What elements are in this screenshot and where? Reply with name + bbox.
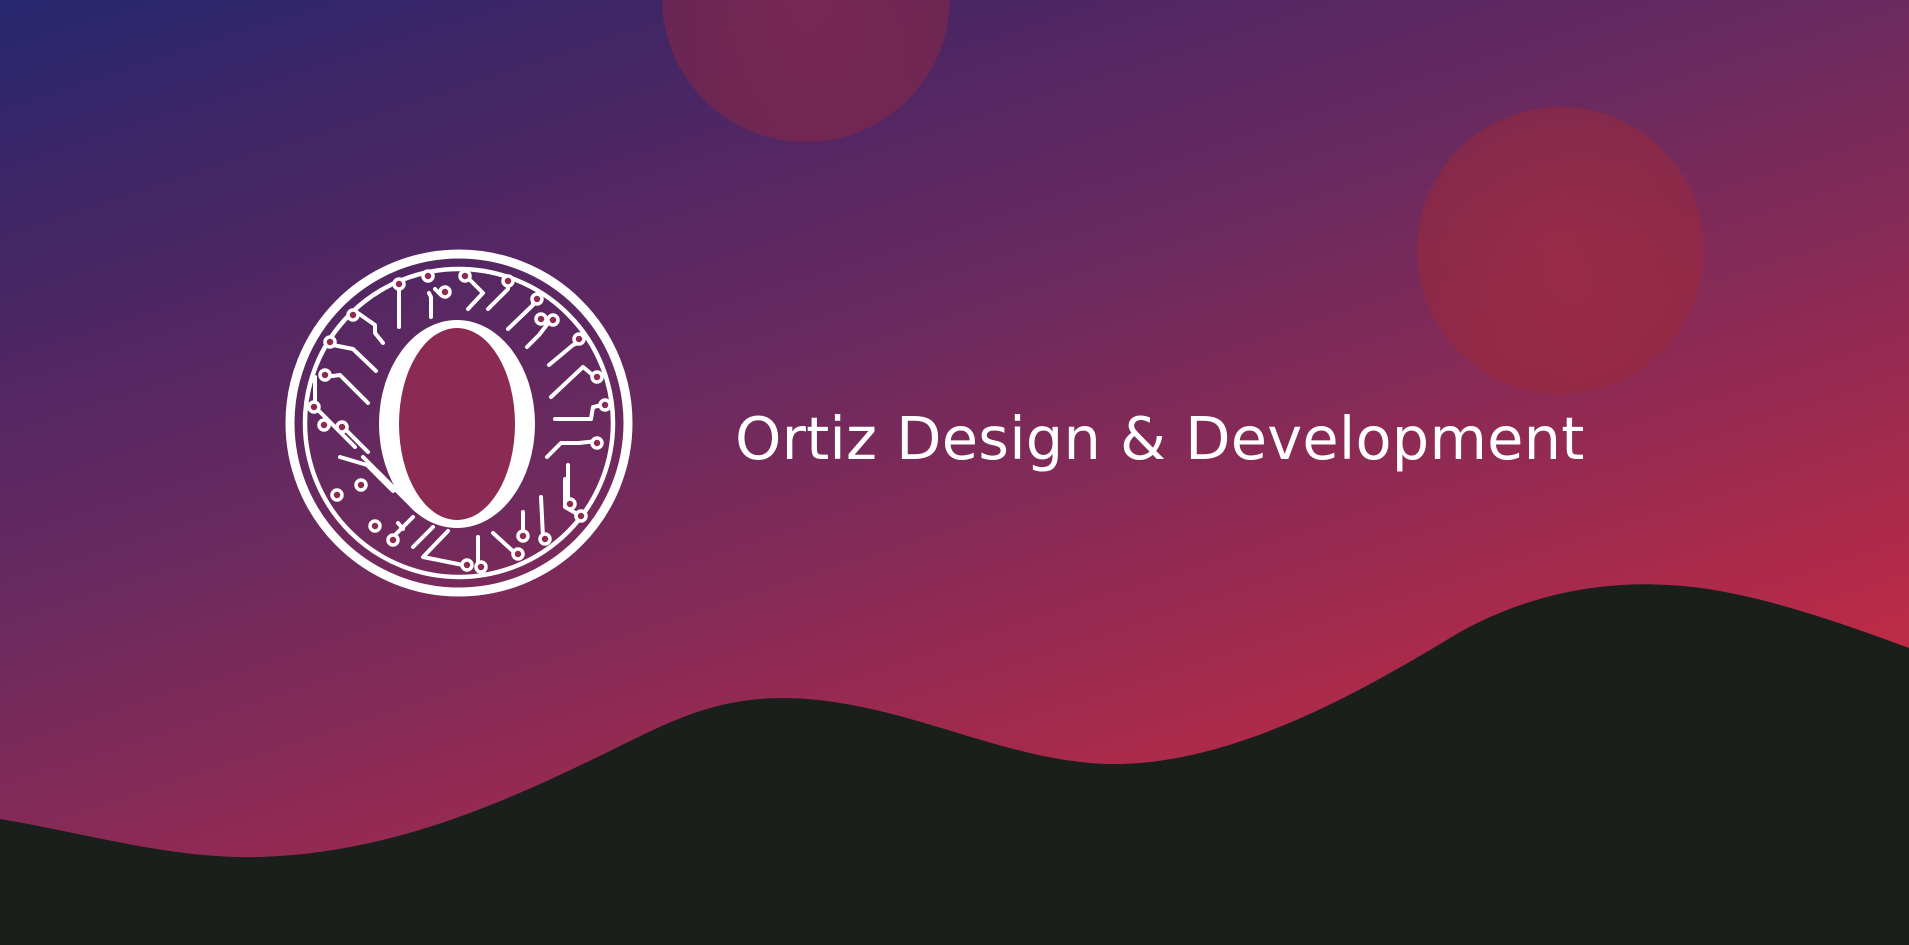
logo-monogram-letter: O bbox=[457, 558, 458, 560]
brand-name: Ortiz Design & Development bbox=[735, 404, 1585, 473]
circuit-monogram-icon: O bbox=[285, 249, 633, 597]
hero-banner: O Ortiz Design & Development bbox=[0, 0, 1909, 945]
